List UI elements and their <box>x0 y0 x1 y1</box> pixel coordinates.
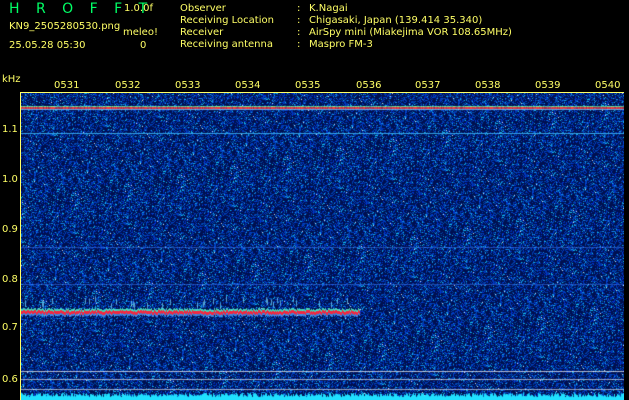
x-tick-label: 0537 <box>415 80 441 91</box>
station-value: K.Nagai <box>309 3 348 14</box>
station-info: Observer : K.Nagai Receiving Location : … <box>180 3 512 51</box>
station-row: Receiving antenna : Maspro FM-3 <box>180 39 512 51</box>
station-row: Observer : K.Nagai <box>180 3 512 15</box>
station-sep: : <box>297 39 301 50</box>
station-key: Receiving antenna <box>180 39 273 50</box>
x-tick-label: 0540 <box>595 80 621 91</box>
x-tick-label: 0531 <box>54 80 80 91</box>
x-tick-label: 0539 <box>535 80 561 91</box>
y-axis-line <box>20 92 21 400</box>
meleo-value: 0 <box>140 40 147 51</box>
station-key: Receiver <box>180 27 224 38</box>
x-tick-label: 0533 <box>175 80 201 91</box>
meleo-label: meleo! <box>123 27 158 38</box>
x-tick-label: 0535 <box>295 80 321 91</box>
x-axis-line <box>20 92 624 93</box>
y-tick-label: 0.6 <box>2 374 18 385</box>
y-tick-label: 0.8 <box>2 274 18 285</box>
station-sep: : <box>297 3 301 14</box>
y-tick-label: 1.1 <box>2 124 18 135</box>
spectrogram-canvas <box>20 92 624 400</box>
x-tick-label: 0534 <box>235 80 261 91</box>
station-row: Receiving Location : Chigasaki, Japan (1… <box>180 15 512 27</box>
y-tick-label: 1.0 <box>2 174 18 185</box>
y-tick-label: 0.7 <box>2 322 18 333</box>
x-tick-label: 0536 <box>356 80 382 91</box>
station-key: Observer <box>180 3 226 14</box>
station-row: Receiver : AirSpy mini (Miakejima VOR 10… <box>180 27 512 39</box>
y-tick-label: 0.9 <box>2 224 18 235</box>
app-version: 1.0.0f <box>124 3 153 14</box>
spectrogram-plot <box>20 92 624 400</box>
station-value: Maspro FM-3 <box>309 39 373 50</box>
y-axis-unit: kHz <box>2 74 21 85</box>
x-tick-label: 0532 <box>115 80 141 91</box>
station-key: Receiving Location <box>180 15 274 26</box>
station-sep: : <box>297 27 301 38</box>
station-sep: : <box>297 15 301 26</box>
file-name: KN9_2505280530.png <box>9 21 121 32</box>
x-tick-label: 0538 <box>475 80 501 91</box>
header: H R O F F T 1.0.0f KN9_2505280530.png 25… <box>0 0 629 78</box>
station-value: Chigasaki, Japan (139.414 35.340) <box>309 15 483 26</box>
date-time: 25.05.28 05:30 <box>9 40 86 51</box>
station-value: AirSpy mini (Miakejima VOR 108.65MHz) <box>309 27 512 38</box>
